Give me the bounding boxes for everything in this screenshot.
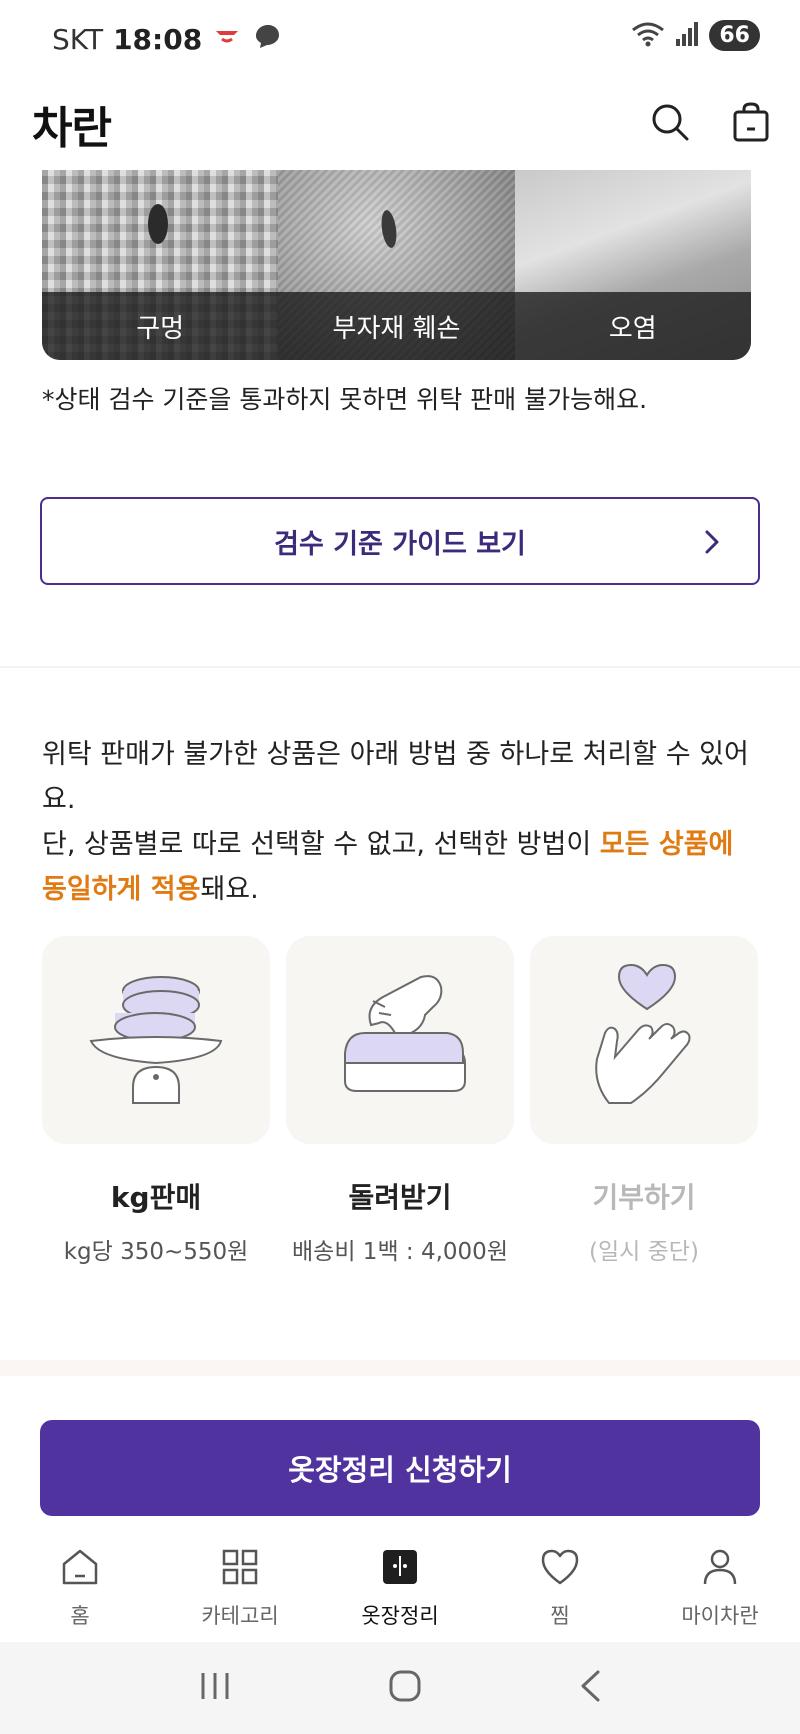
chevron-right-icon — [704, 529, 720, 559]
back-icon[interactable] — [578, 1669, 602, 1707]
app-header: 차란 — [0, 78, 800, 170]
guide-button-label: 검수 기준 가이드 보기 — [274, 528, 526, 560]
defect-examples: 구멍 부자재 훼손 오염 — [42, 170, 751, 360]
recent-apps-icon[interactable] — [198, 1671, 232, 1705]
description-line1: 위탁 판매가 불가한 상품은 아래 방법 중 하나로 처리할 수 있어요. — [42, 739, 749, 815]
defect-label: 오염 — [514, 292, 751, 360]
nav-label: 카테고리 — [201, 1604, 279, 1628]
description-line2-prefix: 단, 상품별로 따로 선택할 수 없고, 선택한 방법이 — [42, 829, 600, 860]
carrier-label: SKT — [52, 22, 104, 56]
option-kg-sale[interactable]: kg판매 kg당 350~550원 — [42, 936, 270, 1266]
chat-icon — [252, 22, 282, 57]
person-icon — [699, 1546, 741, 1592]
nav-label: 홈 — [70, 1604, 90, 1628]
search-icon[interactable] — [650, 102, 690, 142]
hand-clothes-icon — [325, 963, 475, 1117]
option-title: kg판매 — [110, 1181, 202, 1214]
home-icon — [59, 1546, 101, 1592]
nav-item-my[interactable]: 마이차란 — [640, 1540, 800, 1640]
option-subtitle: kg당 350~550원 — [63, 1239, 249, 1265]
option-subtitle: (일시 중단) — [589, 1239, 699, 1265]
section-band — [0, 1360, 800, 1376]
option-donate[interactable]: 기부하기 (일시 중단) — [530, 936, 758, 1266]
clock: 18:08 — [113, 22, 203, 56]
defect-label: 구멍 — [42, 292, 279, 360]
nav-label: 찜 — [550, 1604, 570, 1628]
shopping-bag-icon[interactable] — [732, 102, 770, 142]
defect-label: 부자재 훼손 — [278, 292, 515, 360]
nav-item-home[interactable]: 홈 — [0, 1540, 160, 1640]
wifi-icon — [631, 21, 665, 51]
grid-icon — [219, 1546, 261, 1592]
nav-item-category[interactable]: 카테고리 — [160, 1540, 320, 1640]
bottom-navigation: 홈 카테고리 옷장정리 찜 마이차란 — [0, 1540, 800, 1640]
inspection-guide-button[interactable]: 검수 기준 가이드 보기 — [40, 497, 760, 585]
option-return[interactable]: 돌려받기 배송비 1백 : 4,000원 — [286, 936, 514, 1266]
status-bar: SKT 18:08 66 — [0, 0, 800, 78]
brand-logo[interactable]: 차란 — [32, 92, 112, 156]
description-line2-suffix: 돼요. — [200, 874, 259, 905]
nav-label: 옷장정리 — [361, 1604, 439, 1628]
home-button-icon[interactable] — [388, 1669, 422, 1707]
apply-closet-cleanup-button[interactable]: 옷장정리 신청하기 — [40, 1420, 760, 1516]
defect-image-stain: 오염 — [514, 170, 751, 360]
option-card[interactable] — [286, 936, 514, 1144]
closet-icon — [379, 1546, 421, 1592]
option-subtitle: 배송비 1백 : 4,000원 — [292, 1239, 508, 1265]
option-card[interactable] — [42, 936, 270, 1144]
heart-icon — [539, 1546, 581, 1592]
scale-coins-icon — [81, 963, 231, 1117]
section-divider — [0, 666, 800, 668]
defect-image-damage: 부자재 훼손 — [278, 170, 515, 360]
heart-hand-icon — [569, 963, 719, 1117]
disposal-options: kg판매 kg당 350~550원 돌려받기 배송비 1백 : 4,000원 기… — [42, 936, 758, 1266]
disposal-description: 위탁 판매가 불가한 상품은 아래 방법 중 하나로 처리할 수 있어요. 단,… — [42, 732, 762, 912]
nav-label: 마이차란 — [681, 1604, 759, 1628]
inspection-note: *상태 검수 기준을 통과하지 못하면 위탁 판매 불가능해요. — [42, 385, 648, 414]
option-card[interactable] — [530, 936, 758, 1144]
defect-image-hole: 구멍 — [42, 170, 279, 360]
nav-item-wishlist[interactable]: 찜 — [480, 1540, 640, 1640]
option-title: 기부하기 — [592, 1181, 696, 1214]
notification-icon — [212, 23, 242, 56]
option-title: 돌려받기 — [348, 1181, 452, 1214]
battery-indicator: 66 — [709, 20, 760, 51]
nav-item-closet[interactable]: 옷장정리 — [320, 1540, 480, 1640]
system-navigation-bar — [0, 1642, 800, 1734]
signal-icon — [675, 21, 699, 51]
